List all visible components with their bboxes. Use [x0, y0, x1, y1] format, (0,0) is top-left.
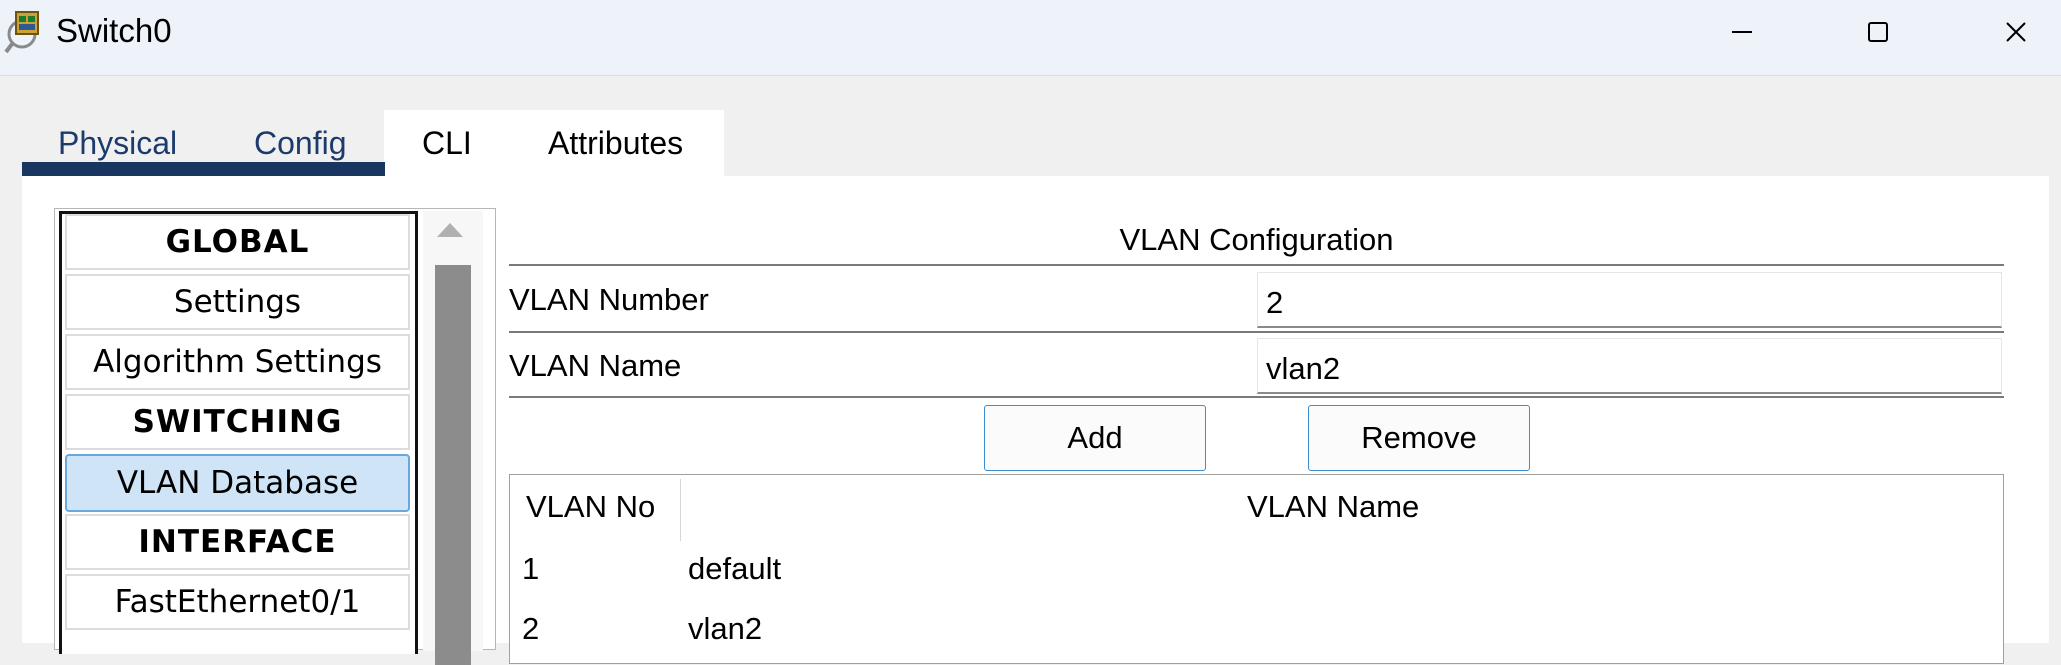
vlan-number-input[interactable] [1257, 272, 2002, 328]
vlan-table: VLAN No VLAN Name 1 default 2 vlan2 [509, 474, 2004, 664]
sidebar-list: GLOBAL Settings Algorithm Settings SWITC… [59, 211, 418, 654]
sidebar-item-fastethernet0-1[interactable]: FastEthernet0/1 [65, 574, 410, 630]
sidebar-header-global: GLOBAL [65, 214, 410, 270]
tab-config[interactable]: Config [254, 110, 347, 176]
vlan-number-label: VLAN Number [509, 282, 709, 317]
tab-cli[interactable]: CLI [422, 110, 472, 176]
scroll-thumb[interactable] [435, 265, 471, 665]
sidebar-item-algorithm-settings[interactable]: Algorithm Settings [65, 334, 410, 390]
table-cell-vlan-no[interactable]: 2 [522, 611, 539, 647]
remove-button[interactable]: Remove [1308, 405, 1530, 471]
tab-physical[interactable]: Physical [58, 110, 177, 176]
tab-bar: Physical Config CLI Attributes [22, 110, 724, 176]
window-title: Switch0 [56, 12, 172, 49]
vlan-name-input[interactable] [1257, 338, 2002, 394]
divider [509, 264, 2004, 266]
vlan-name-label: VLAN Name [509, 348, 682, 383]
title-bar: Switch0 [0, 0, 2061, 76]
sidebar-header-switching: SWITCHING [65, 394, 410, 450]
minimize-button[interactable] [1672, 0, 1812, 64]
maximize-icon [1868, 22, 1888, 42]
column-header-vlan-no[interactable]: VLAN No [526, 489, 655, 525]
column-header-vlan-name[interactable]: VLAN Name [1247, 489, 1419, 525]
table-cell-vlan-name[interactable]: default [688, 551, 781, 587]
panel-title: VLAN Configuration [1119, 222, 1394, 257]
close-icon [2006, 22, 2026, 42]
minimize-icon [1732, 31, 1752, 33]
column-divider [680, 479, 681, 541]
divider [509, 396, 2004, 398]
close-button[interactable] [1946, 0, 2061, 64]
sidebar-item-settings[interactable]: Settings [65, 274, 410, 330]
sidebar-item-vlan-database[interactable]: VLAN Database [65, 454, 410, 512]
vlan-configuration-panel: VLAN Configuration VLAN Number VLAN Name… [509, 176, 2004, 664]
sidebar-scrollbar[interactable] [423, 211, 483, 665]
tab-attributes[interactable]: Attributes [548, 110, 683, 176]
maximize-button[interactable] [1808, 0, 1948, 64]
switch-device-icon [4, 8, 48, 56]
sidebar-header-interface: INTERFACE [65, 514, 410, 570]
scroll-up-arrow-icon[interactable] [437, 223, 463, 237]
content-area: GLOBAL Settings Algorithm Settings SWITC… [22, 176, 2049, 665]
add-button[interactable]: Add [984, 405, 1206, 471]
table-cell-vlan-name[interactable]: vlan2 [688, 611, 762, 647]
table-cell-vlan-no[interactable]: 1 [522, 551, 539, 587]
sidebar: GLOBAL Settings Algorithm Settings SWITC… [54, 208, 496, 665]
divider [509, 331, 2004, 333]
